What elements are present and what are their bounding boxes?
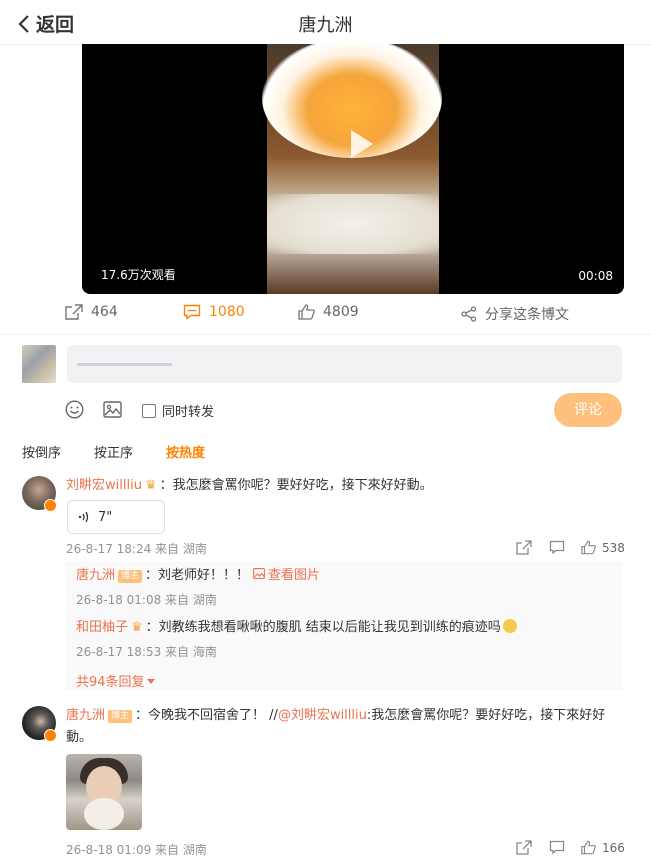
emoji-icon[interactable] <box>65 400 84 419</box>
comment-line: 唐九洲 博主 ：今晚我不回宿舍了！ //@刘畊宏willliu:我怎麼會罵你呢？要好… <box>66 707 605 725</box>
video-thumbnail <box>262 44 442 294</box>
page-title: 唐九洲 <box>298 15 353 36</box>
author-badge: 博主 <box>108 710 133 723</box>
reply-text: ：刘教练我想看啾啾的腹肌 结束以后能让我见到训练的痕迹吗 <box>145 620 501 635</box>
emoji-sticker-icon <box>502 619 517 633</box>
more-replies-label: 共94条回复 <box>76 675 145 690</box>
reply-line: 唐九洲 博主 ：刘老师好！！！ 查看图片 <box>76 567 320 585</box>
comment-line: 刘畊宏willliu ♛ ：我怎麼會罵你呢？要好好吃，接下來好好動。 <box>66 477 433 495</box>
checkbox[interactable] <box>142 403 156 418</box>
divider <box>0 334 651 335</box>
repost-button[interactable]: 464 <box>65 304 118 320</box>
thumbs-up-icon[interactable] <box>581 540 596 555</box>
comment-text: ：我怎麼會罵你呢？要好好吃，接下來好好動。 <box>159 478 433 493</box>
repost-icon[interactable] <box>516 540 532 555</box>
comment-count: 1080 <box>209 304 245 320</box>
reply-icon[interactable] <box>549 840 565 855</box>
share-button[interactable]: 分享这条博文 <box>461 304 569 324</box>
repost-count: 464 <box>91 304 118 320</box>
crown-icon: ♛ <box>144 478 157 493</box>
reply-username[interactable]: 和田柚子 <box>76 620 128 635</box>
reply-meta: 26-8-17 18:53 来自 海南 <box>76 645 217 659</box>
thumbs-up-icon <box>298 304 315 320</box>
reply-icon[interactable] <box>549 540 565 555</box>
image-icon[interactable] <box>103 400 122 419</box>
forward-checkbox[interactable]: 同时转发 <box>142 401 214 420</box>
more-replies-link[interactable]: 共94条回复 <box>76 671 155 690</box>
sound-wave-icon <box>78 511 89 523</box>
sort-tab-desc[interactable]: 按倒序 <box>22 442 61 461</box>
reply-meta: 26-8-18 01:08 来自 湖南 <box>76 593 217 607</box>
repost-icon[interactable] <box>516 840 532 855</box>
repost-icon <box>65 304 83 320</box>
thumbs-up-icon[interactable] <box>581 840 596 855</box>
comment-text: ：今晚我不回宿舍了！ // <box>135 708 278 723</box>
comment-photo[interactable] <box>66 754 142 830</box>
like-button[interactable]: 4809 <box>298 304 359 320</box>
reply-text: ：刘老师好！！！ <box>145 568 250 583</box>
author-badge: 博主 <box>118 570 143 583</box>
verified-badge-icon <box>44 499 57 512</box>
comment-text-wrap: 動。 <box>66 730 93 745</box>
video-player[interactable]: 17.6万次观看 00:08 <box>82 44 624 294</box>
forward-label: 同时转发 <box>162 405 215 420</box>
mention-link[interactable]: @刘畊宏willliu <box>278 708 367 723</box>
voice-message[interactable]: 7" <box>67 500 165 534</box>
comment-input[interactable] <box>67 345 622 383</box>
view-image-label: 查看图片 <box>268 568 321 583</box>
comment-icon <box>183 304 201 320</box>
comment-like-count: 538 <box>602 541 625 555</box>
comment-username[interactable]: 唐九洲 <box>66 708 105 723</box>
reply-line: 和田柚子 ♛ ：刘教练我想看啾啾的腹肌 结束以后能让我见到训练的痕迹吗 <box>76 619 517 637</box>
video-duration: 00:08 <box>578 269 613 283</box>
share-label: 分享这条博文 <box>485 307 569 323</box>
view-image-link[interactable]: 查看图片 <box>249 568 320 583</box>
my-avatar <box>22 345 56 383</box>
reply-username[interactable]: 唐九洲 <box>76 568 115 583</box>
view-count: 17.6万次观看 <box>101 268 176 282</box>
caret-down-icon <box>146 679 155 684</box>
comment-meta: 26-8-17 18:24 来自 湖南 <box>66 542 207 556</box>
quoted-text: :我怎麼會罵你呢？要好好吃，接下來好好 <box>366 708 606 723</box>
action-bar: 464 1080 4809 分享这条博文 <box>0 300 651 330</box>
submit-comment-button[interactable]: 评论 <box>554 393 622 427</box>
top-bar: 返回 唐九洲 <box>0 0 651 45</box>
comment-like-count: 166 <box>602 841 625 855</box>
like-count: 4809 <box>323 304 359 320</box>
comment-username[interactable]: 刘畊宏willliu <box>66 478 142 493</box>
sort-tab-hot[interactable]: 按热度 <box>166 442 205 461</box>
image-icon <box>253 568 265 579</box>
crown-icon: ♛ <box>131 620 143 635</box>
share-icon <box>461 306 477 322</box>
sort-tab-asc[interactable]: 按正序 <box>94 442 133 461</box>
verified-badge-icon <box>44 729 57 742</box>
comment-button[interactable]: 1080 <box>183 304 245 320</box>
comment-meta: 26-8-18 01:09 来自 湖南 <box>66 843 207 857</box>
play-icon[interactable] <box>337 122 381 166</box>
audio-duration: 7" <box>98 509 113 525</box>
